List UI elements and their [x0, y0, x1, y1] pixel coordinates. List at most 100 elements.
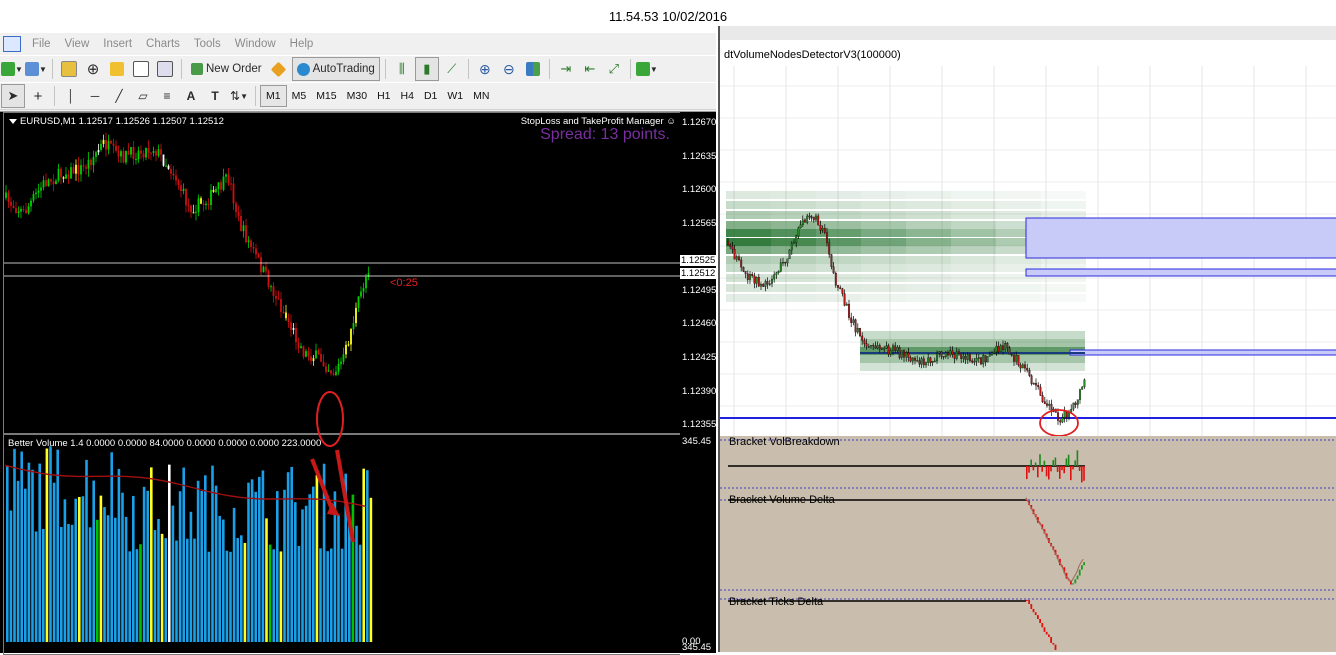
chart-window[interactable]: EURUSD,M1 1.12517 1.12526 1.12507 1.1251…	[0, 111, 717, 655]
menu-file[interactable]: File	[25, 38, 58, 50]
resistance-zone	[1025, 268, 1336, 277]
volume-delta-pane[interactable]: Bracket Volume Delta	[720, 494, 1336, 596]
candle-body	[1028, 370, 1031, 376]
candle-body	[1002, 345, 1004, 350]
zoom-fit-button[interactable]: ⤢	[603, 58, 625, 80]
text-tool[interactable]: A	[180, 85, 202, 107]
text-label-tool[interactable]: T	[204, 85, 226, 107]
candle-body	[1032, 383, 1035, 385]
volume-node-band	[861, 201, 906, 209]
menu-window[interactable]: Window	[228, 38, 283, 50]
line-chart-button[interactable]: ⟋	[441, 58, 463, 80]
autotrading-label: AutoTrading	[312, 63, 375, 75]
volume-node-band	[996, 201, 1041, 209]
menu-charts[interactable]: Charts	[139, 38, 187, 50]
delta-bar	[1072, 583, 1074, 585]
candle-body	[995, 346, 998, 353]
tile-windows-button[interactable]	[522, 58, 544, 80]
delta-bar	[1076, 575, 1079, 580]
candle-body	[1076, 399, 1079, 405]
metaeditor-button[interactable]	[268, 58, 290, 80]
delta-bar	[1074, 579, 1077, 584]
bar-chart-button[interactable]: ⫼	[391, 58, 413, 80]
autoscroll-button[interactable]: ⇤	[579, 58, 601, 80]
volume-node-band	[861, 274, 906, 282]
candle-body	[1059, 420, 1062, 423]
candlestick-button[interactable]: ▮	[414, 57, 439, 81]
timeframe-w1[interactable]: W1	[442, 86, 468, 106]
timeframe-m30[interactable]: M30	[342, 86, 372, 106]
timeframe-m15[interactable]: M15	[311, 86, 341, 106]
navigator-button[interactable]	[106, 58, 128, 80]
zoom-out-button[interactable]: ⊖	[498, 58, 520, 80]
timeframe-m1[interactable]: M1	[260, 85, 287, 107]
text-icon: A	[186, 89, 196, 103]
indicators-button[interactable]: ▼	[635, 58, 658, 80]
candle-body	[874, 345, 877, 349]
strategy-tester-button[interactable]	[154, 58, 176, 80]
ticks-delta-pane[interactable]: Bracket Ticks Delta	[720, 596, 1336, 652]
breakdown-bar	[1032, 466, 1035, 471]
metaeditor-icon	[270, 61, 287, 77]
volume-node-band	[771, 284, 816, 292]
timeframe-m5[interactable]: M5	[287, 86, 312, 106]
candle-body	[1026, 367, 1029, 371]
breakdown-bar	[1050, 466, 1052, 472]
market-watch-button[interactable]	[58, 58, 80, 80]
crosshair-tool[interactable]: +	[27, 85, 49, 107]
candle-body	[898, 347, 901, 358]
volume-node-band	[771, 274, 816, 282]
candle-body	[991, 352, 993, 355]
candle-body	[927, 357, 930, 363]
volume-node-band	[861, 229, 906, 237]
menu-insert[interactable]: Insert	[96, 38, 139, 50]
volume-node-band	[771, 191, 816, 199]
zoom-in-button[interactable]: ⊕	[474, 58, 496, 80]
new-chart-button[interactable]: ▼	[1, 58, 23, 80]
candle-body	[973, 361, 976, 363]
candle-body	[766, 281, 769, 285]
candle-body	[1010, 354, 1013, 356]
candle-body	[1039, 386, 1042, 396]
candle-body	[1008, 347, 1011, 355]
equidistant-channel-tool[interactable]: ▱	[132, 85, 154, 107]
candle-body	[832, 266, 835, 274]
horizontal-line-tool[interactable]: ─	[84, 85, 106, 107]
candle-body	[777, 271, 780, 273]
timeframe-d1[interactable]: D1	[419, 86, 442, 106]
volume-nodes-chart-window[interactable]: dtVolumeNodesDetectorV3(100000) Bracket …	[718, 26, 1336, 652]
candle-body	[1081, 386, 1084, 390]
breakdown-bar	[1078, 466, 1081, 471]
autotrading-button[interactable]: AutoTrading	[291, 57, 380, 81]
menu-help[interactable]: Help	[283, 38, 321, 50]
arrows-tool[interactable]: ⇅ ▼	[228, 85, 250, 107]
candle-body	[903, 350, 905, 358]
vertical-line-tool[interactable]: │	[60, 85, 82, 107]
trendline-tool[interactable]: ╱	[108, 85, 130, 107]
vol-breakdown-pane[interactable]: Bracket VolBreakdown	[720, 436, 1336, 494]
candle-body	[1019, 364, 1022, 369]
breakdown-bar	[1061, 466, 1063, 471]
terminal-button[interactable]	[130, 58, 152, 80]
candle-body	[859, 327, 861, 337]
volume-node-band	[726, 294, 771, 302]
candle-body	[771, 278, 773, 284]
data-window-button[interactable]: ⊕	[82, 58, 104, 80]
timeframe-h4[interactable]: H4	[396, 86, 419, 106]
menu-tools[interactable]: Tools	[187, 38, 228, 50]
candle-body	[999, 345, 1002, 353]
timeframe-h1[interactable]: H1	[372, 86, 395, 106]
cursor-tool[interactable]: ➤	[1, 84, 25, 108]
chart-shift-button[interactable]: ⇥	[555, 58, 577, 80]
volume-node-band	[906, 229, 951, 237]
menu-view[interactable]: View	[58, 38, 97, 50]
candle-body	[944, 352, 947, 357]
new-order-button[interactable]: New Order	[187, 58, 266, 80]
ticks-delta-bar	[1048, 634, 1050, 637]
arrows-icon: ⇅	[230, 89, 241, 103]
candle-body	[940, 351, 943, 357]
profiles-button[interactable]: ▼	[25, 58, 47, 80]
candle-body	[889, 350, 892, 355]
timeframe-mn[interactable]: MN	[468, 86, 494, 106]
fibonacci-tool[interactable]: ≡	[156, 85, 178, 107]
